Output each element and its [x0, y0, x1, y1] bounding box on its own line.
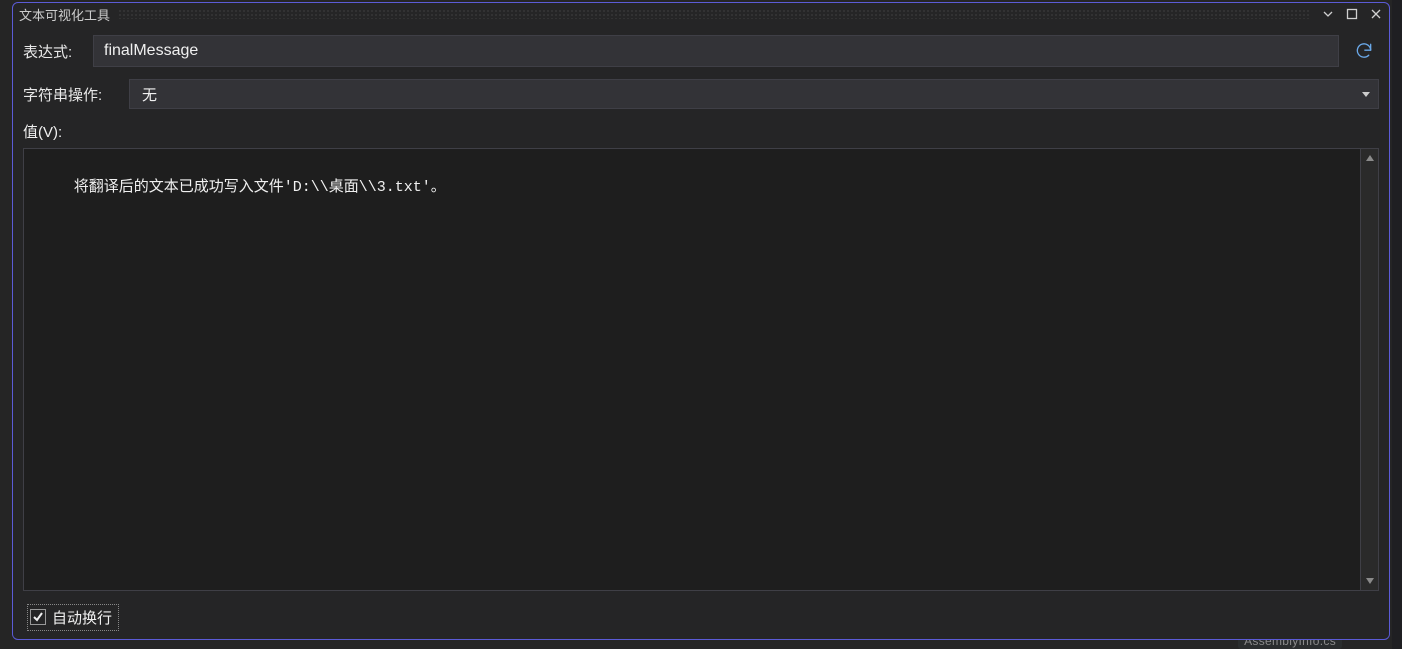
refresh-button[interactable]	[1349, 36, 1379, 66]
chevron-down-icon	[1362, 92, 1370, 97]
footer: 自动换行	[23, 603, 1379, 631]
string-ops-label: 字符串操作:	[23, 84, 119, 105]
ide-right-edge	[1392, 0, 1402, 649]
value-text-prefix: 将翻译后的文本已成功写入文件	[74, 178, 284, 195]
window-title: 文本可视化工具	[19, 5, 110, 24]
string-ops-select[interactable]: 无	[129, 79, 1379, 109]
titlebar-grip[interactable]	[118, 9, 1311, 19]
vertical-scrollbar[interactable]	[1360, 149, 1378, 590]
close-button[interactable]	[1367, 5, 1385, 23]
window-dropdown-button[interactable]	[1319, 5, 1337, 23]
scroll-down-icon[interactable]	[1361, 572, 1379, 590]
text-visualizer-window: 文本可视化工具 表达式: 字符串操作:	[12, 2, 1390, 640]
scroll-up-icon[interactable]	[1361, 149, 1379, 167]
check-icon	[32, 611, 44, 623]
maximize-button[interactable]	[1343, 5, 1361, 23]
value-output-container: 将翻译后的文本已成功写入文件'D:\\桌面\\3.txt'。	[23, 148, 1379, 591]
expression-label: 表达式:	[23, 41, 83, 62]
string-ops-row: 字符串操作: 无	[23, 79, 1379, 109]
value-label: 值(V):	[23, 121, 1379, 142]
string-ops-selected: 无	[142, 84, 1362, 105]
value-text-path: 'D:\\桌面\\3.txt'	[284, 179, 431, 196]
wrap-label: 自动换行	[52, 607, 112, 628]
wrap-checkbox[interactable]: 自动换行	[27, 604, 119, 631]
value-text-suffix: 。	[431, 178, 446, 195]
value-output[interactable]: 将翻译后的文本已成功写入文件'D:\\桌面\\3.txt'。	[24, 149, 1360, 590]
expression-row: 表达式:	[23, 35, 1379, 67]
titlebar[interactable]: 文本可视化工具	[13, 3, 1389, 25]
expression-input[interactable]	[93, 35, 1339, 67]
checkbox-box	[30, 609, 46, 625]
